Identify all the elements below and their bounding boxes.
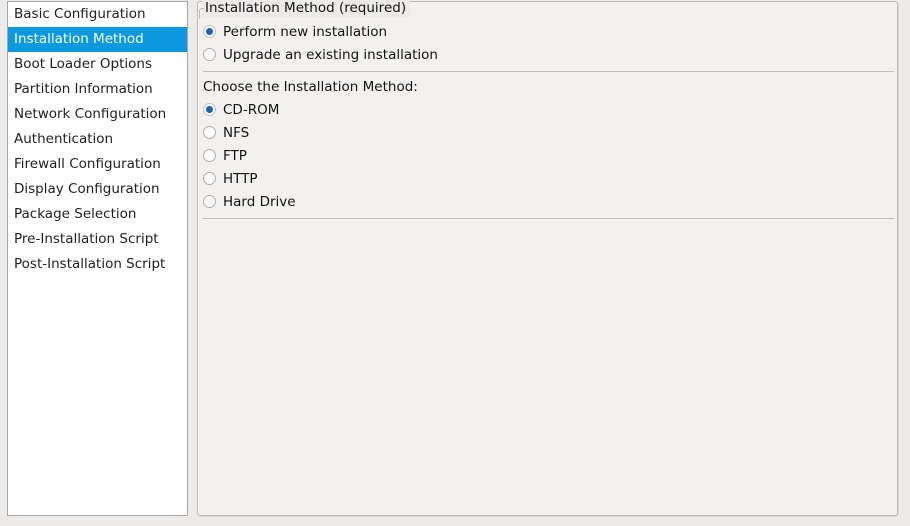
kickstart-configurator-window: Basic Configuration Installation Method Bo… — [0, 0, 910, 526]
sidebar-item-package-selection[interactable]: Package Selection — [8, 202, 187, 227]
installation-source-option-label: CD-ROM — [223, 101, 280, 118]
radio-unselected-icon[interactable] — [203, 172, 216, 185]
radio-selected-icon[interactable] — [203, 103, 216, 116]
frame-title-label: Installation Method (required) — [202, 0, 411, 17]
sidebar-item-post-installation-script[interactable]: Post-Installation Script — [8, 252, 187, 277]
sidebar-item-network-configuration[interactable]: Network Configuration — [8, 102, 187, 127]
frame-corner-decoration — [199, 8, 204, 19]
installation-source-option-cd-rom[interactable]: CD-ROM — [203, 98, 896, 121]
radio-unselected-icon[interactable] — [203, 126, 216, 139]
sidebar-item-authentication[interactable]: Authentication — [8, 127, 187, 152]
configuration-section-list[interactable]: Basic Configuration Installation Method Bo… — [7, 1, 188, 516]
installation-source-option-nfs[interactable]: NFS — [203, 121, 896, 144]
separator-bottom — [203, 218, 894, 219]
sidebar-item-partition-information[interactable]: Partition Information — [8, 77, 187, 102]
radio-unselected-icon[interactable] — [203, 195, 216, 208]
installation-type-option-perform-new-installation[interactable]: Perform new installation — [203, 20, 896, 43]
radio-selected-icon[interactable] — [203, 25, 216, 38]
sidebar-item-pre-installation-script[interactable]: Pre-Installation Script — [8, 227, 187, 252]
radio-unselected-icon[interactable] — [203, 48, 216, 61]
sidebar-item-boot-loader-options[interactable]: Boot Loader Options — [8, 52, 187, 77]
sidebar-item-basic-configuration[interactable]: Basic Configuration — [8, 2, 187, 27]
installation-type-option-label: Perform new installation — [223, 23, 388, 40]
installation-source-option-label: HTTP — [223, 170, 258, 187]
installation-source-radio-group[interactable]: CD-ROM NFS FTP HTTP Hard Drive — [203, 98, 896, 213]
installation-type-option-upgrade-an-existing-installation[interactable]: Upgrade an existing installation — [203, 43, 896, 66]
choose-method-heading: Choose the Installation Method: — [203, 79, 418, 95]
sidebar-item-firewall-configuration[interactable]: Firewall Configuration — [8, 152, 187, 177]
installation-type-option-label: Upgrade an existing installation — [223, 46, 438, 63]
installation-source-option-label: NFS — [223, 124, 250, 141]
installation-method-content: Perform new installation Upgrade an exist… — [203, 20, 896, 223]
installation-source-option-ftp[interactable]: FTP — [203, 144, 896, 167]
installation-source-option-http[interactable]: HTTP — [203, 167, 896, 190]
radio-unselected-icon[interactable] — [203, 149, 216, 162]
sidebar-item-installation-method[interactable]: Installation Method — [8, 27, 187, 52]
sidebar-item-display-configuration[interactable]: Display Configuration — [8, 177, 187, 202]
installation-source-option-label: Hard Drive — [223, 193, 296, 210]
installation-source-option-label: FTP — [223, 147, 247, 164]
installation-type-radio-group[interactable]: Perform new installation Upgrade an exist… — [203, 20, 896, 66]
installation-source-option-hard-drive[interactable]: Hard Drive — [203, 190, 896, 213]
separator-top — [203, 71, 894, 72]
